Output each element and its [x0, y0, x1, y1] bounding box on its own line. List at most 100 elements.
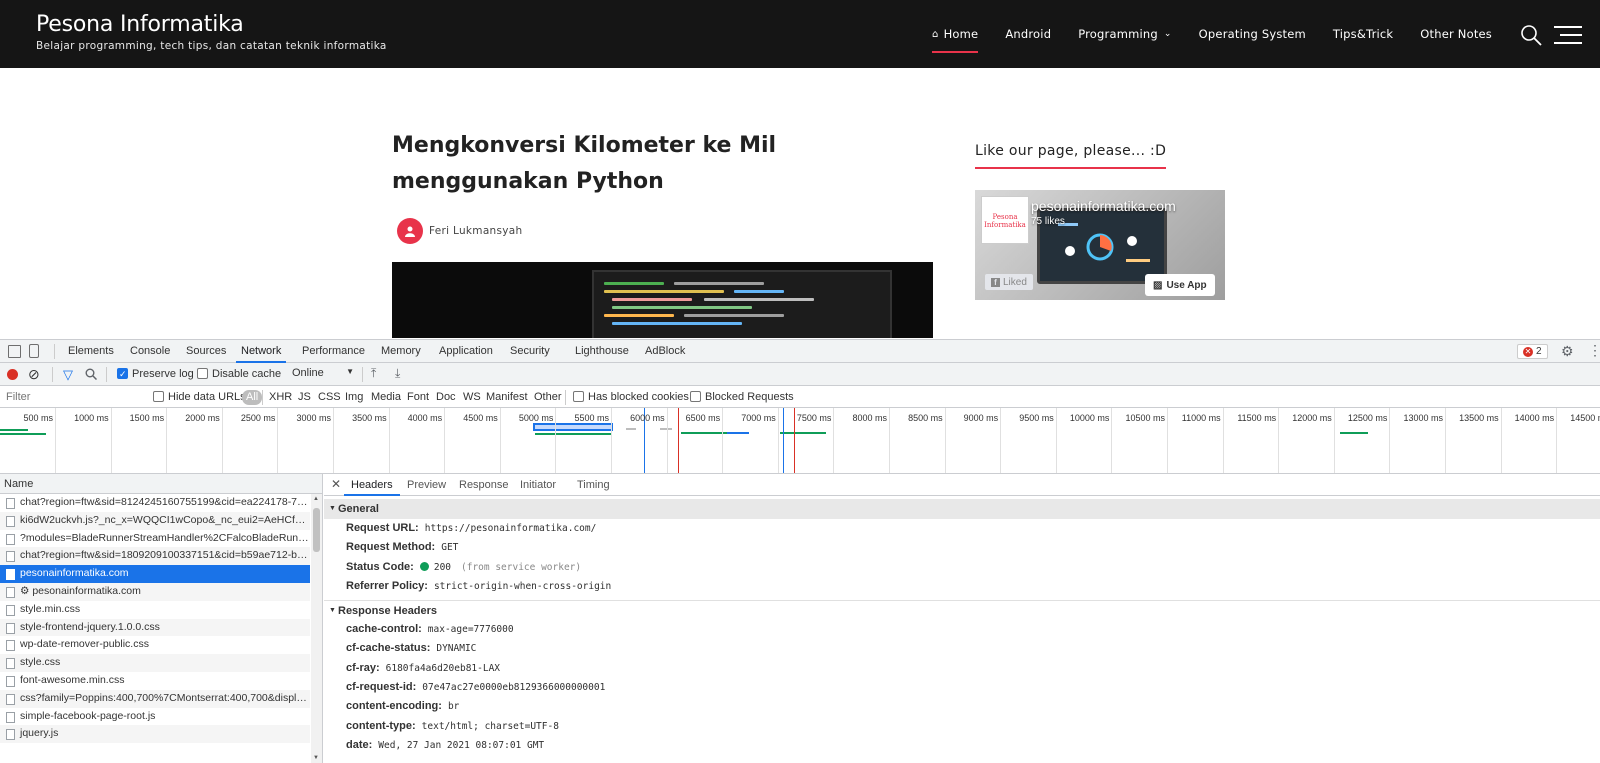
- site-title[interactable]: Pesona Informatika: [36, 12, 244, 37]
- tab-application[interactable]: Application: [439, 340, 493, 363]
- request-row[interactable]: jquery.js: [0, 725, 310, 744]
- filter-type-all[interactable]: All: [242, 390, 263, 405]
- filter-type-xhr[interactable]: XHR: [269, 390, 292, 405]
- header-value: DYNAMIC: [436, 643, 477, 655]
- timeline-tick-label: 5000 ms: [518, 413, 554, 423]
- filter-type-media[interactable]: Media: [371, 390, 401, 405]
- header-key: date:: [346, 738, 373, 751]
- hide-data-urls-checkbox[interactable]: Hide data URLs: [153, 390, 246, 405]
- request-row[interactable]: style-frontend-jquery.1.0.0.css: [0, 618, 310, 637]
- general-section-header[interactable]: ▼ General: [324, 499, 1600, 519]
- tab-response[interactable]: Response: [459, 474, 509, 496]
- request-row[interactable]: chat?region=ftw&sid=1809209100337151&cid…: [0, 547, 310, 566]
- request-row[interactable]: wp-date-remover-public.css: [0, 636, 310, 654]
- tab-adblock[interactable]: AdBlock: [645, 340, 685, 363]
- more-options-icon[interactable]: ⋮: [1588, 342, 1600, 359]
- network-toolbar: ⊘ ▽ Preserve log Disable cache Online ▼ …: [0, 363, 1600, 386]
- tab-lighthouse[interactable]: Lighthouse: [575, 340, 629, 363]
- filter-type-manifest[interactable]: Manifest: [486, 390, 528, 405]
- timeline-tick-label: 7500 ms: [796, 413, 832, 423]
- header-row: content-type: text/html; charset=UTF-8: [324, 717, 1600, 736]
- header-row: Request URL: https://pesonainformatika.co…: [324, 519, 1600, 538]
- filter-type-font[interactable]: Font: [407, 390, 429, 405]
- column-header-name[interactable]: Name: [0, 474, 322, 494]
- tab-sources[interactable]: Sources: [186, 340, 226, 363]
- filter-type-css[interactable]: CSS: [318, 390, 341, 405]
- disable-cache-checkbox[interactable]: Disable cache: [197, 367, 281, 382]
- tab-network[interactable]: Network: [236, 340, 287, 363]
- article-title: Mengkonversi Kilometer ke Mil menggunaka…: [392, 133, 777, 194]
- header-row: cf-ray: 6180fa4a6d20eb81-LAX: [324, 659, 1600, 678]
- header-row: Referrer Policy: strict-origin-when-cross…: [324, 577, 1600, 596]
- response-headers-title: Response Headers: [338, 605, 438, 618]
- search-icon[interactable]: [1520, 24, 1542, 46]
- tab-security[interactable]: Security: [510, 340, 550, 363]
- import-har-icon[interactable]: ⤒: [371, 366, 376, 381]
- error-count-badge[interactable]: ✕ 2: [1517, 344, 1548, 359]
- facebook-use-app-button[interactable]: ▨ Use App: [1145, 274, 1215, 296]
- request-row[interactable]: ki6dW2uckvh.js?_nc_x=WQQCI1wCopo&_nc_eui…: [0, 511, 310, 530]
- search-icon[interactable]: [85, 368, 97, 380]
- header-row: cf-cache-status: DYNAMIC: [324, 639, 1600, 658]
- has-blocked-cookies-checkbox[interactable]: Has blocked cookies: [573, 390, 689, 405]
- author-meta[interactable]: Feri Lukmansyah: [397, 218, 523, 244]
- facebook-page-thumbnail[interactable]: Pesona Informatika: [981, 196, 1029, 244]
- facebook-liked-button[interactable]: f Liked: [985, 274, 1033, 290]
- tab-timing[interactable]: Timing: [577, 474, 610, 496]
- filter-type-doc[interactable]: Doc: [436, 390, 456, 405]
- request-row[interactable]: simple-facebook-page-root.js: [0, 708, 310, 726]
- request-row[interactable]: ⚙ pesonainformatika.com: [0, 582, 310, 601]
- has-blocked-cookies-label: Has blocked cookies: [588, 391, 689, 403]
- document-icon: [6, 604, 15, 616]
- facebook-page-widget[interactable]: Pesona Informatika pesonainformatika.com…: [975, 190, 1225, 300]
- request-list-scrollbar[interactable]: ▲ ▼: [311, 494, 322, 763]
- export-har-icon[interactable]: ⤓: [395, 366, 400, 381]
- filter-type-js[interactable]: JS: [298, 390, 311, 405]
- header-row: date: Wed, 27 Jan 2021 08:07:01 GMT: [324, 736, 1600, 755]
- filter-icon[interactable]: ▽: [63, 367, 73, 383]
- clear-icon[interactable]: ⊘: [28, 366, 40, 383]
- tab-memory[interactable]: Memory: [381, 340, 421, 363]
- device-toolbar-icon[interactable]: [29, 344, 39, 358]
- tab-headers[interactable]: Headers: [344, 474, 400, 496]
- hamburger-menu-icon[interactable]: [1554, 26, 1582, 44]
- close-icon[interactable]: ✕: [331, 477, 341, 491]
- inspect-element-icon[interactable]: [8, 345, 21, 358]
- network-overview-timeline[interactable]: 500 ms 1000 ms 1500 ms 2000 ms 2500 ms 3000 m…: [0, 408, 1600, 474]
- request-row[interactable]: chat?region=ftw&sid=8124245160755199&cid…: [0, 494, 310, 512]
- nav-item-other-notes[interactable]: Other Notes: [1420, 0, 1492, 68]
- throttling-select[interactable]: Online ▼: [292, 367, 356, 382]
- request-name: wp-date-remover-public.css: [20, 638, 149, 651]
- request-row[interactable]: css?family=Poppins:400,700%7CMontserrat:…: [0, 689, 310, 708]
- tab-elements[interactable]: Elements: [68, 340, 114, 363]
- tab-performance[interactable]: Performance: [302, 340, 365, 363]
- request-row[interactable]: font-awesome.min.css: [0, 672, 310, 690]
- request-row[interactable]: ?modules=BladeRunnerStreamHandler%2CFalc…: [0, 530, 310, 548]
- request-name: style.css: [20, 656, 61, 669]
- nav-item-programming[interactable]: Programming ⌄: [1078, 0, 1171, 68]
- facebook-liked-label: Liked: [1003, 276, 1027, 288]
- tab-preview[interactable]: Preview: [407, 474, 446, 496]
- filter-type-img[interactable]: Img: [345, 390, 363, 405]
- blocked-requests-checkbox[interactable]: Blocked Requests: [690, 390, 794, 405]
- tab-initiator[interactable]: Initiator: [520, 474, 556, 496]
- tab-console[interactable]: Console: [130, 340, 170, 363]
- nav-item-home[interactable]: ⌂ Home: [932, 0, 979, 68]
- nav-item-android[interactable]: Android: [1005, 0, 1051, 68]
- gear-icon[interactable]: ⚙: [1561, 343, 1574, 360]
- timeline-tick-label: 6000 ms: [630, 413, 665, 423]
- request-row[interactable]: pesonainformatika.com: [0, 565, 310, 583]
- nav-item-operating-system[interactable]: Operating System: [1199, 0, 1306, 68]
- filter-input[interactable]: [2, 389, 140, 405]
- preserve-log-checkbox[interactable]: Preserve log: [117, 367, 194, 382]
- facebook-page-name[interactable]: pesonainformatika.com: [1031, 198, 1176, 214]
- request-row[interactable]: style.css: [0, 654, 310, 672]
- response-headers-section-header[interactable]: ▼ Response Headers: [324, 600, 1600, 620]
- filter-type-other[interactable]: Other: [534, 390, 562, 405]
- request-row[interactable]: style.min.css: [0, 601, 310, 619]
- filter-type-ws[interactable]: WS: [463, 390, 481, 405]
- record-icon[interactable]: [7, 369, 18, 380]
- nav-item-tips-trick[interactable]: Tips&Trick: [1333, 0, 1393, 68]
- request-name: pesonainformatika.com: [20, 567, 129, 580]
- request-details-panel: ✕ Headers Preview Response Initiator Tim…: [324, 474, 1600, 763]
